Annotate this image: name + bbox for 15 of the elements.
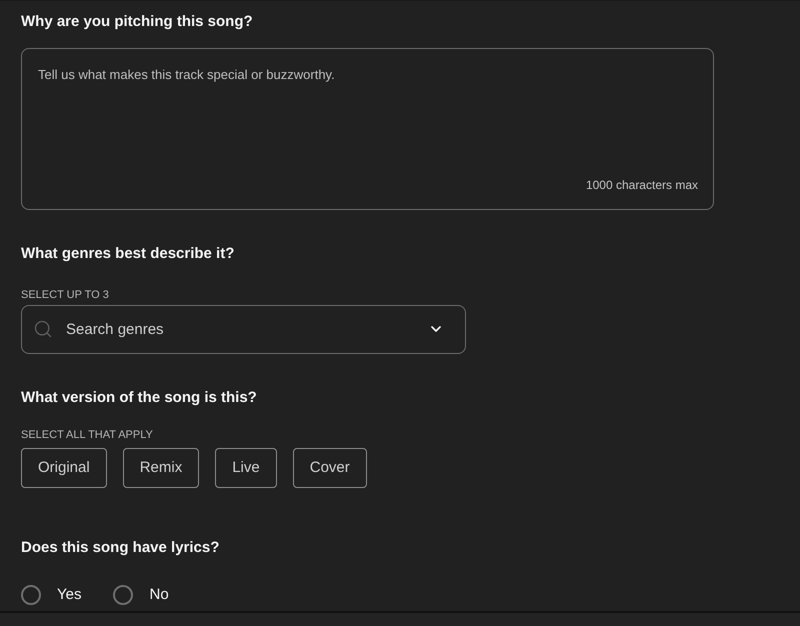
- radio-option[interactable]: No: [113, 585, 169, 605]
- question-heading: Does this song have lyrics?: [21, 538, 220, 558]
- version-toggle-button[interactable]: Cover: [292, 448, 367, 488]
- hint-label: SELECT ALL THAT APPLY: [21, 428, 153, 442]
- question-heading: Why are you pitching this song?: [21, 12, 253, 32]
- question-heading: What version of the song is this?: [21, 388, 257, 408]
- question-heading: What genres best describe it?: [21, 244, 234, 264]
- version-toggle-button[interactable]: Remix: [122, 448, 200, 488]
- version-toggle-button[interactable]: Original: [21, 448, 107, 488]
- hint-label: SELECT UP TO 3: [21, 288, 109, 302]
- radio-option[interactable]: Yes: [21, 585, 82, 605]
- genre-search-field[interactable]: Search genres: [21, 305, 466, 354]
- character-limit-text: 1000 characters max: [586, 177, 698, 193]
- version-toggle-button[interactable]: Live: [215, 448, 277, 488]
- search-icon: [33, 319, 53, 339]
